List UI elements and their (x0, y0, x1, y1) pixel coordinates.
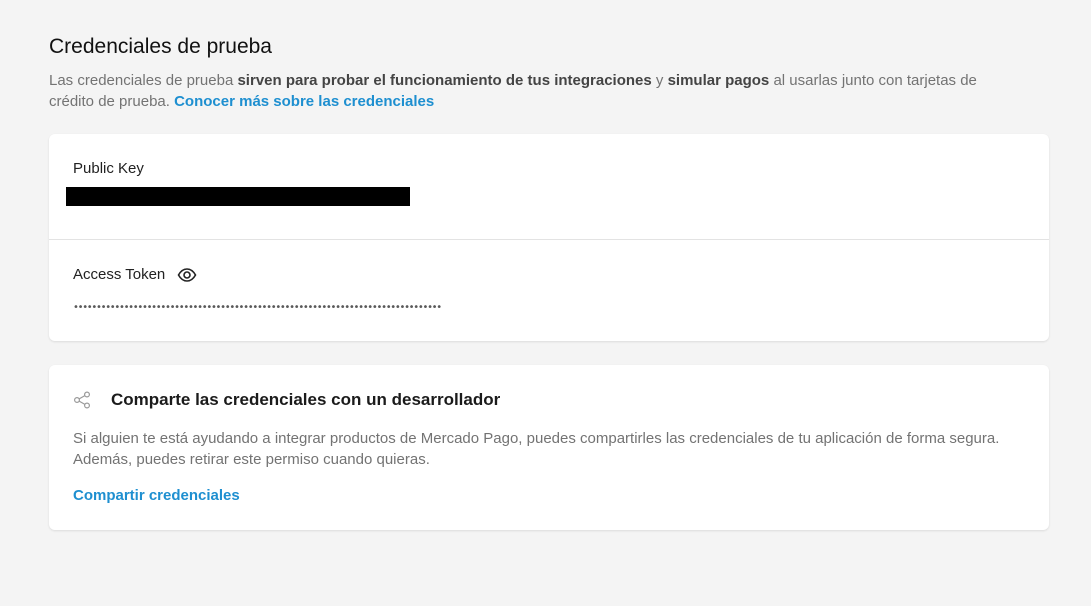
public-key-row: Public Key (49, 134, 1049, 240)
page-title: Credenciales de prueba (49, 35, 272, 58)
intro-bold2: simular pagos (667, 72, 770, 89)
access-token-label-group: Access Token (73, 266, 197, 284)
share-header: Comparte las credenciales con un desarro… (73, 390, 500, 410)
share-icon (73, 391, 91, 409)
learn-more-link[interactable]: Conocer más sobre las credenciales (174, 93, 434, 110)
intro-bold1: sirven para probar el funcionamiento de … (237, 72, 652, 89)
access-token-row: Access Token •••••••••••••••••••••••••••… (49, 240, 1049, 340)
share-credentials-link[interactable]: Compartir credenciales (73, 487, 240, 504)
credentials-card: Public Key Access Token ••••••••••••••••… (49, 134, 1049, 341)
intro-text: Las credenciales de prueba sirven para p… (49, 70, 1009, 112)
eye-icon[interactable] (177, 268, 197, 282)
public-key-label: Public Key (73, 160, 144, 177)
share-title: Comparte las credenciales con un desarro… (111, 390, 501, 409)
access-token-label: Access Token (73, 266, 166, 283)
credentials-page: Credenciales de prueba Las credenciales … (0, 0, 1091, 606)
intro-part2: y (651, 72, 668, 89)
page-header: Credenciales de prueba Las credenciales … (49, 34, 1029, 112)
intro-part1: Las credenciales de prueba (49, 72, 238, 89)
public-key-value-redacted (66, 187, 410, 206)
share-description: Si alguien te está ayudando a integrar p… (73, 430, 1000, 468)
share-card: Comparte las credenciales con un desarro… (49, 365, 1049, 530)
access-token-masked-value: ••••••••••••••••••••••••••••••••••••••••… (73, 302, 442, 313)
